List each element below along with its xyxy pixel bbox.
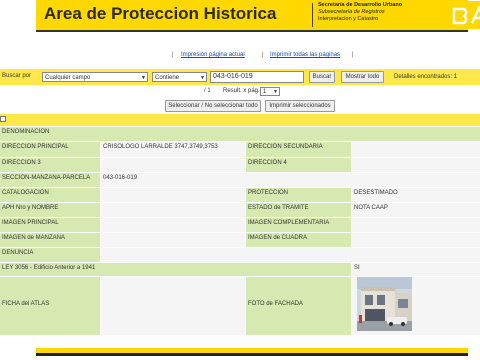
img-cuadra-label: IMAGEN de CUADRA xyxy=(246,233,351,247)
link-separator: | xyxy=(352,52,354,58)
record-checkbox[interactable] xyxy=(0,116,6,122)
chevron-down-icon: ▼ xyxy=(141,75,146,81)
denominacion-label: DENOMINACION xyxy=(0,127,480,141)
dir4-value xyxy=(352,158,480,172)
record-select-row xyxy=(0,114,480,126)
ficha-value xyxy=(101,277,245,335)
page-header: Area de Proteccion Historica Secretaría … xyxy=(0,0,480,38)
per-page-value: 1 xyxy=(263,89,267,95)
proteccion-label: PROTECCION xyxy=(246,188,351,202)
link-separator: | xyxy=(262,52,264,58)
dir-secundaria-value xyxy=(352,142,480,157)
table-row: DIRECCION 3 DIRECCION 4 xyxy=(0,158,480,172)
img-principal-label: IMAGEN PRINCIPAL xyxy=(0,218,100,232)
header-separator xyxy=(312,3,313,27)
ministry-line3: Interpretacion y Catastro xyxy=(318,16,379,22)
search-label: Buscar por xyxy=(2,73,32,79)
table-row: DENOMINACION xyxy=(0,127,480,141)
ministry-line1: Secretaría de Desarrollo Urbano xyxy=(318,2,403,8)
search-field-value: Cualquier campo xyxy=(45,75,91,81)
img-complementaria-label: IMAGEN COMPLEMENTARIA xyxy=(246,218,351,232)
ley-value: SI xyxy=(352,263,480,276)
action-buttons: Seleccionar / No seleccionar todo Imprim… xyxy=(0,99,480,113)
ministry-line2: Subsecretaría de Registros xyxy=(318,9,385,15)
per-page-select[interactable]: 1 ▼ xyxy=(260,87,280,96)
link-separator: | xyxy=(172,52,174,58)
page-footer-stripe xyxy=(36,348,468,360)
table-row: APH Nro y NOMBRE ESTADO de TRAMITE NOTA … xyxy=(0,203,480,217)
dir-principal-label: DIRECCION PRINCIPAL xyxy=(0,142,100,157)
catalogacion-value xyxy=(101,188,245,202)
pagination: / 1 Result. x pág.: 1 ▼ xyxy=(0,86,480,98)
ministry-block: Secretaría de Desarrollo Urbano Subsecre… xyxy=(318,2,428,23)
ficha-label: FICHA del ATLAS xyxy=(0,277,100,335)
search-button[interactable]: Buscar xyxy=(309,71,335,83)
print-selected-button[interactable]: Imprimir seleccionados xyxy=(265,100,335,112)
ley-label: LEY 3056 - Edificio Anterior a 1941 xyxy=(0,263,351,276)
chevron-down-icon: ▼ xyxy=(200,75,205,81)
proteccion-value: DESESTIMADO xyxy=(352,188,480,202)
smp-label: SECCION-MANZANA-PARCELA xyxy=(0,173,100,187)
img-complementaria-value xyxy=(352,218,480,232)
search-field-select[interactable]: Cualquier campo ▼ xyxy=(42,72,148,82)
page-info: / 1 xyxy=(204,88,211,94)
table-row: DIRECCION PRINCIPAL CRISOLOGO LARRALDE 3… xyxy=(0,142,480,157)
table-row: SECCION-MANZANA-PARCELA 043-016-019 xyxy=(0,173,480,187)
show-all-button[interactable]: Mostrar todo xyxy=(341,71,384,83)
img-manzana-label: IMAGEN de MANZANA xyxy=(0,233,100,247)
table-row: IMAGEN de MANZANA IMAGEN de CUADRA xyxy=(0,233,480,247)
table-row: LEY 3056 - Edificio Anterior a 1941 SI xyxy=(0,263,480,276)
img-manzana-value xyxy=(101,233,245,247)
page-title: Area de Proteccion Historica xyxy=(44,4,277,23)
img-principal-value xyxy=(101,218,245,232)
search-input[interactable]: 043-016-019 xyxy=(210,71,304,83)
results-found-count: Detalles encontrados: 1 xyxy=(394,74,458,80)
ba-logo-icon xyxy=(448,1,480,29)
print-all-link[interactable]: Imprimir todas las páginas xyxy=(270,52,340,58)
aph-label: APH Nro y NOMBRE xyxy=(0,203,100,217)
dir3-label: DIRECCION 3 xyxy=(0,158,100,172)
header-left-margin xyxy=(0,0,36,38)
denuncia-value xyxy=(101,248,480,262)
search-condition-select[interactable]: Contiene ▼ xyxy=(152,72,207,82)
smp-value: 043-016-019 xyxy=(101,173,480,187)
per-page-label: Result. x pág.: xyxy=(223,88,262,94)
denuncia-label: DENUNCIA xyxy=(0,248,100,262)
estado-label: ESTADO de TRAMITE xyxy=(246,203,351,217)
table-row: IMAGEN PRINCIPAL IMAGEN COMPLEMENTARIA xyxy=(0,218,480,232)
search-bar: Buscar por Cualquier campo ▼ Contiene ▼ … xyxy=(0,69,480,85)
table-row: DENUNCIA xyxy=(0,248,480,262)
aph-value xyxy=(101,203,245,217)
dir4-label: DIRECCION 4 xyxy=(246,158,351,172)
search-condition-value: Contiene xyxy=(155,75,180,81)
footer-dark-bar xyxy=(36,353,468,356)
foto-label: FOTO de FACHADA xyxy=(246,277,351,335)
chevron-down-icon: ▼ xyxy=(273,89,278,95)
dir-principal-value: CRISOLOGO LARRALDE 3747,3749,3753 xyxy=(101,142,245,157)
dir-secundaria-label: DIRECCION SECUNDARIA xyxy=(246,142,351,157)
header-bottom-line xyxy=(36,30,468,32)
table-row: CATALOGACION PROTECCION DESESTIMADO xyxy=(0,188,480,202)
select-all-toggle-button[interactable]: Seleccionar / No seleccionar todo xyxy=(165,100,261,112)
estado-value: NOTA CAAP xyxy=(352,203,480,217)
header-yellow-bar: Area de Proteccion Historica Secretaría … xyxy=(36,0,480,30)
dir3-value xyxy=(101,158,245,172)
print-page-link[interactable]: Impresión página actual xyxy=(181,52,245,58)
img-cuadra-value xyxy=(352,233,480,247)
catalogacion-label: CATALOGACION xyxy=(0,188,100,202)
facade-photo[interactable] xyxy=(357,277,412,331)
